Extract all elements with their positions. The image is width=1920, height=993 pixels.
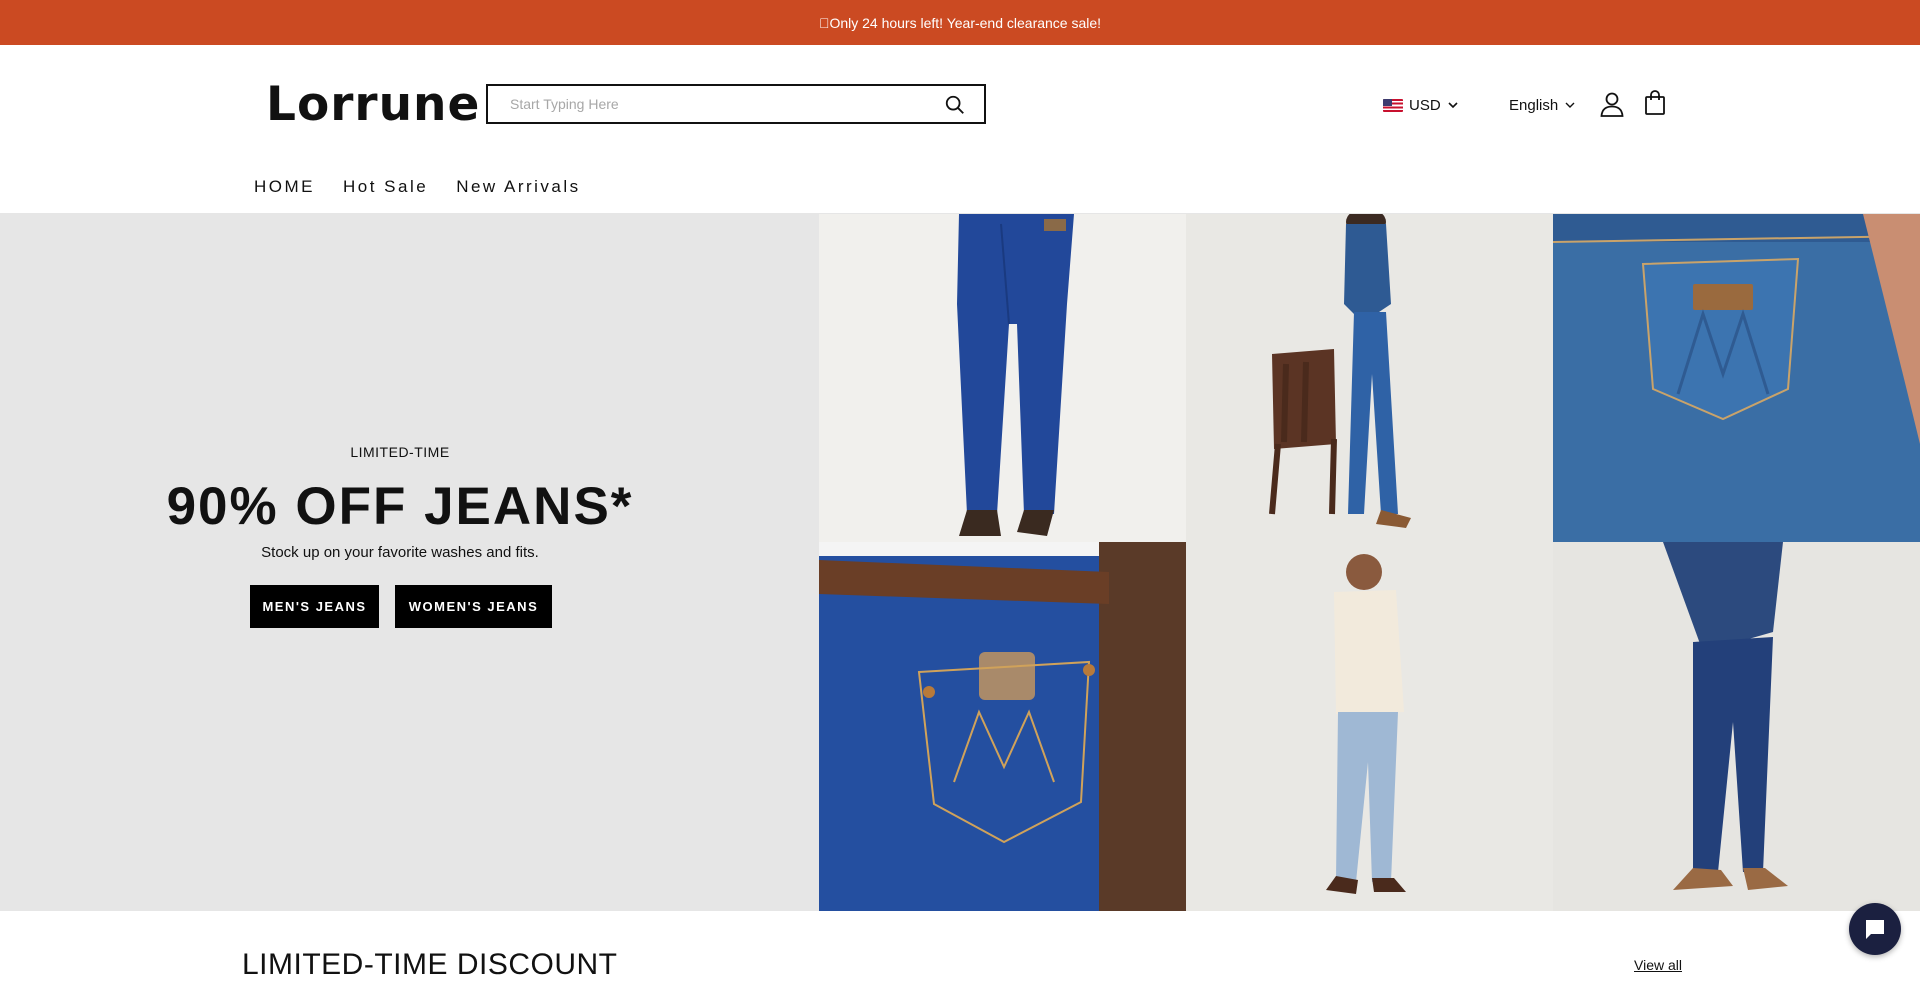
site-header: Lorrune USD English HOME Hot Sale New Ar… (0, 45, 1920, 214)
search-input[interactable] (488, 86, 928, 122)
mens-jeans-button[interactable]: MEN'S JEANS (250, 585, 379, 628)
jeans-photo-back-legs (819, 214, 1186, 542)
nav-item-new-arrivals[interactable]: New Arrivals (456, 177, 580, 197)
hero-eyebrow: LIMITED-TIME (350, 444, 450, 460)
search-bar[interactable] (486, 84, 986, 124)
nav-item-hot-sale[interactable]: Hot Sale (343, 177, 428, 197)
womens-jeans-button[interactable]: WOMEN'S JEANS (395, 585, 552, 628)
currency-label: USD (1409, 96, 1441, 114)
jeans-photo-man-tshirt (1186, 542, 1553, 911)
view-all-link[interactable]: View all (1634, 957, 1682, 973)
chevron-down-icon (1448, 102, 1458, 109)
jeans-photo-belt-pocket (819, 542, 1186, 911)
announcement-text:  Only 24 hours left! Year-end clearance … (818, 14, 1102, 31)
currency-selector[interactable]: USD (1383, 95, 1459, 115)
us-flag-icon (1383, 98, 1403, 112)
hero-buttons: MEN'S JEANS WOMEN'S JEANS (250, 585, 552, 628)
nav-item-home[interactable]: HOME (254, 177, 315, 197)
language-selector[interactable]: English (1509, 95, 1576, 115)
search-icon[interactable] (944, 94, 966, 116)
chat-icon (1866, 920, 1884, 939)
site-logo[interactable]: Lorrune (266, 81, 480, 128)
chevron-down-icon (1565, 102, 1575, 108)
main-nav: HOME Hot Sale New Arrivals (254, 177, 581, 197)
jeans-photo-back-pocket (1553, 214, 1920, 542)
account-icon[interactable] (1599, 91, 1625, 117)
hero-headline: 90% OFF JEANS* (166, 477, 634, 536)
hero-banner: LIMITED-TIME 90% OFF JEANS* Stock up on … (0, 214, 1920, 911)
announcement-bar:  Only 24 hours left! Year-end clearance … (0, 0, 1920, 45)
hero-image-grid (819, 214, 1920, 911)
hero-copy: LIMITED-TIME 90% OFF JEANS* Stock up on … (0, 214, 819, 911)
hero-subline: Stock up on your favorite washes and fit… (261, 544, 539, 561)
language-label: English (1509, 96, 1559, 114)
section-title: LIMITED-TIME DISCOUNT (242, 948, 618, 981)
jeans-photo-woman-side (1553, 542, 1920, 911)
shopping-bag-icon[interactable] (1644, 90, 1666, 116)
chat-widget-button[interactable] (1849, 903, 1901, 955)
jeans-photo-woman-chair (1186, 214, 1553, 542)
